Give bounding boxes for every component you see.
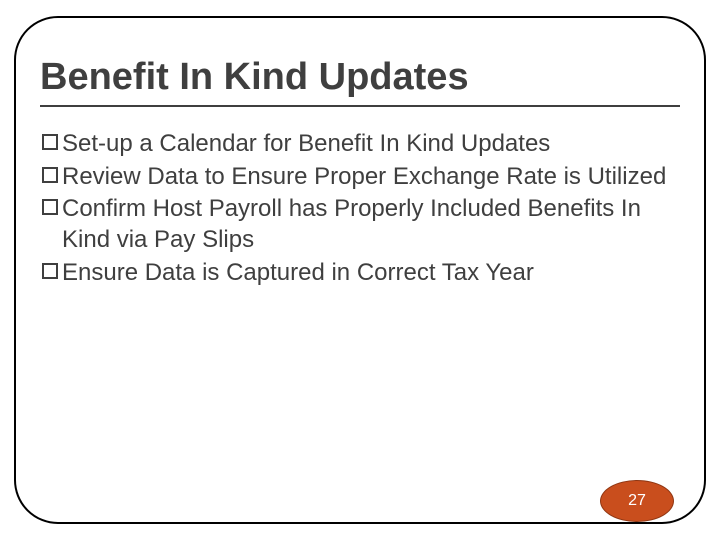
page-number: 27: [628, 492, 646, 510]
list-item: Review Data to Ensure Proper Exchange Ra…: [42, 162, 680, 193]
slide-content: Benefit In Kind Updates Set-up a Calenda…: [40, 56, 680, 291]
square-bullet-icon: [42, 167, 58, 183]
list-item: Confirm Host Payroll has Properly Includ…: [42, 194, 680, 255]
square-bullet-icon: [42, 134, 58, 150]
list-item: Set-up a Calendar for Benefit In Kind Up…: [42, 129, 680, 160]
bullet-list: Set-up a Calendar for Benefit In Kind Up…: [40, 129, 680, 289]
bullet-text: Review Data to Ensure Proper Exchange Ra…: [62, 162, 680, 193]
bullet-text: Ensure Data is Captured in Correct Tax Y…: [62, 258, 680, 289]
square-bullet-icon: [42, 199, 58, 215]
title-underline: [40, 105, 680, 107]
list-item: Ensure Data is Captured in Correct Tax Y…: [42, 258, 680, 289]
bullet-text: Set-up a Calendar for Benefit In Kind Up…: [62, 129, 680, 160]
slide-title: Benefit In Kind Updates: [40, 56, 680, 99]
bullet-text: Confirm Host Payroll has Properly Includ…: [62, 194, 680, 255]
square-bullet-icon: [42, 263, 58, 279]
page-number-badge: 27: [600, 480, 674, 522]
